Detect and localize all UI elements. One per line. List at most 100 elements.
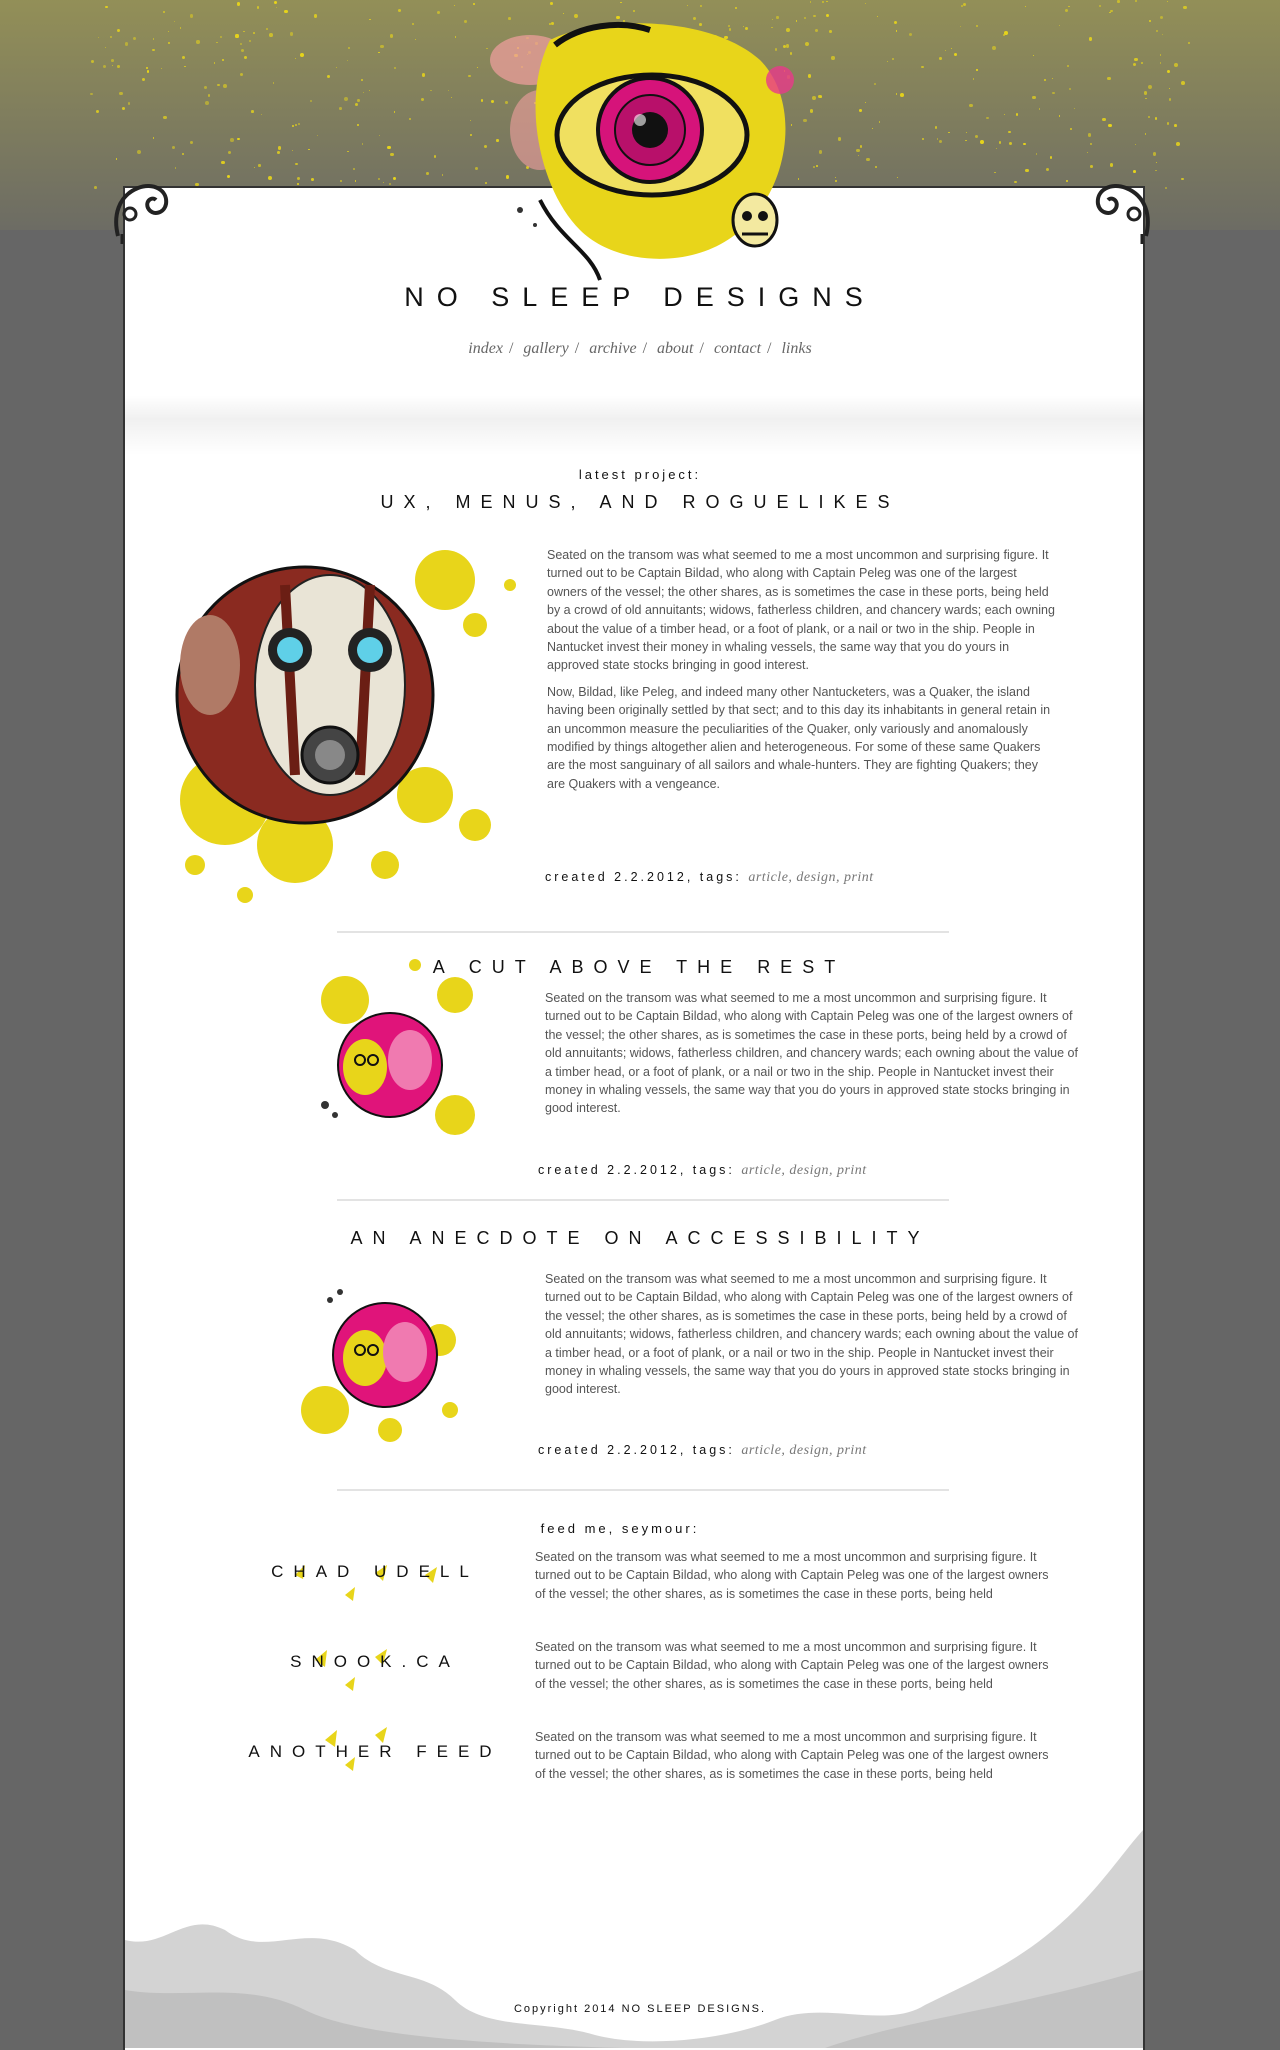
speckle-dot bbox=[362, 91, 364, 93]
speckle-dot bbox=[855, 148, 860, 153]
speckle-dot bbox=[1168, 98, 1171, 101]
speckle-dot bbox=[813, 14, 816, 18]
speckle-dot bbox=[105, 5, 108, 8]
speckle-dot bbox=[1145, 97, 1147, 99]
speckle-dot bbox=[1035, 153, 1037, 155]
speckle-dot bbox=[1181, 177, 1184, 181]
speckle-dot bbox=[412, 23, 414, 25]
nav-links[interactable]: links bbox=[781, 340, 811, 357]
speckle-dot bbox=[1069, 127, 1072, 130]
speckle-dot bbox=[277, 146, 282, 150]
nav-index[interactable]: index bbox=[468, 340, 503, 357]
meta-tags[interactable]: article, design, print bbox=[748, 870, 873, 885]
speckle-dot bbox=[476, 66, 479, 68]
speckle-dot bbox=[196, 40, 200, 44]
speckle-dot bbox=[289, 32, 293, 36]
speckle-dot bbox=[146, 70, 150, 73]
speckle-dot bbox=[356, 99, 360, 102]
feed-name[interactable]: CHAD UDELL bbox=[235, 1562, 515, 1582]
post-body: Seated on the transom was what seemed to… bbox=[545, 1270, 1085, 1407]
speckle-dot bbox=[1024, 5, 1026, 7]
speckle-dot bbox=[239, 42, 242, 45]
speckle-dot bbox=[1183, 5, 1187, 10]
feeds-kicker: feed me, seymour: bbox=[540, 1521, 700, 1536]
post-paragraph: Seated on the transom was what seemed to… bbox=[545, 991, 1078, 1116]
speckle-dot bbox=[369, 18, 371, 20]
speckle-dot bbox=[229, 138, 234, 142]
speckle-dot bbox=[387, 145, 391, 150]
header-shadow bbox=[125, 395, 1143, 455]
speckle-dot bbox=[934, 126, 938, 129]
nav-archive[interactable]: archive bbox=[589, 340, 636, 357]
speckle-dot bbox=[1065, 180, 1068, 183]
speckle-dot bbox=[436, 11, 440, 15]
latest-project-paragraph: Now, Bildad, like Peleg, and indeed many… bbox=[547, 684, 1051, 791]
meta-tags[interactable]: article, design, print bbox=[741, 1443, 866, 1458]
speckle-dot bbox=[102, 64, 106, 68]
speckle-dot bbox=[1109, 9, 1113, 13]
nav-about[interactable]: about bbox=[657, 340, 693, 357]
post-image[interactable] bbox=[270, 1270, 495, 1460]
speckle-dot bbox=[1144, 132, 1147, 135]
post-title[interactable]: A CUT ABOVE THE REST bbox=[0, 957, 1279, 978]
speckle-dot bbox=[1109, 163, 1113, 167]
speckle-dot bbox=[985, 116, 989, 120]
speckle-dot bbox=[939, 57, 942, 60]
speckle-dot bbox=[1107, 76, 1111, 81]
feed-text: Seated on the transom was what seemed to… bbox=[535, 1550, 1049, 1601]
speckle-dot bbox=[893, 20, 897, 24]
speckle-dot bbox=[859, 109, 862, 113]
nav-contact[interactable]: contact bbox=[714, 340, 761, 357]
latest-project-image[interactable] bbox=[165, 545, 530, 910]
speckle-dot bbox=[1140, 61, 1143, 65]
speckle-dot bbox=[146, 66, 149, 69]
speckle-dot bbox=[1159, 62, 1161, 64]
post-title[interactable]: AN ANECDOTE ON ACCESSIBILITY bbox=[0, 1228, 1280, 1249]
speckle-dot bbox=[979, 140, 984, 145]
post-meta: created 2.2.2012, tags: article, design,… bbox=[538, 1443, 867, 1459]
speckle-dot bbox=[205, 100, 209, 105]
speckle-dot bbox=[992, 46, 996, 51]
corner-ornament-left-icon bbox=[114, 184, 169, 244]
speckle-dot bbox=[995, 147, 998, 149]
speckle-dot bbox=[174, 167, 177, 169]
speckle-dot bbox=[119, 91, 123, 95]
feed-text: Seated on the transom was what seemed to… bbox=[535, 1730, 1049, 1781]
section-divider bbox=[337, 1199, 949, 1201]
speckle-dot bbox=[809, 1, 811, 3]
speckle-dot bbox=[447, 89, 450, 91]
speckle-dot bbox=[269, 33, 273, 37]
speckle-dot bbox=[1159, 54, 1161, 56]
latest-project-kicker: latest project: bbox=[578, 467, 702, 482]
feed-name[interactable]: SNOOK.CA bbox=[235, 1652, 515, 1672]
post-image[interactable] bbox=[305, 955, 490, 1180]
speckle-dot bbox=[859, 145, 862, 148]
nav-gallery[interactable]: gallery bbox=[523, 340, 568, 357]
meta-tags[interactable]: article, design, print bbox=[741, 1163, 866, 1178]
speckle-dot bbox=[1090, 143, 1092, 145]
speckle-dot bbox=[256, 6, 260, 9]
post-body: Seated on the transom was what seemed to… bbox=[545, 989, 1085, 1126]
speckle-dot bbox=[90, 59, 94, 63]
latest-project-title[interactable]: UX, MENUS, AND ROGUELIKES bbox=[0, 492, 1280, 513]
speckle-dot bbox=[1166, 69, 1170, 73]
meta-created: created 2.2.2012, tags: bbox=[538, 1443, 735, 1457]
feed-text: Seated on the transom was what seemed to… bbox=[535, 1640, 1049, 1691]
speckle-dot bbox=[1090, 165, 1093, 168]
speckle-dot bbox=[1152, 151, 1157, 156]
speckle-dot bbox=[1147, 115, 1150, 118]
speckle-dot bbox=[340, 179, 343, 182]
speckle-dot bbox=[300, 52, 305, 57]
speckle-dot bbox=[874, 82, 877, 85]
speckle-dot bbox=[821, 0, 825, 3]
post-meta: created 2.2.2012, tags: article, design,… bbox=[538, 1163, 867, 1179]
speckle-dot bbox=[1134, 57, 1138, 62]
speckle-dot bbox=[776, 16, 779, 19]
speckle-dot bbox=[976, 69, 978, 71]
speckle-dot bbox=[874, 165, 877, 168]
feed-name[interactable]: ANOTHER FEED bbox=[235, 1742, 515, 1762]
speckle-dot bbox=[237, 2, 241, 6]
speckle-dot bbox=[975, 25, 978, 28]
speckle-dot bbox=[291, 149, 294, 151]
speckle-dot bbox=[167, 30, 169, 32]
